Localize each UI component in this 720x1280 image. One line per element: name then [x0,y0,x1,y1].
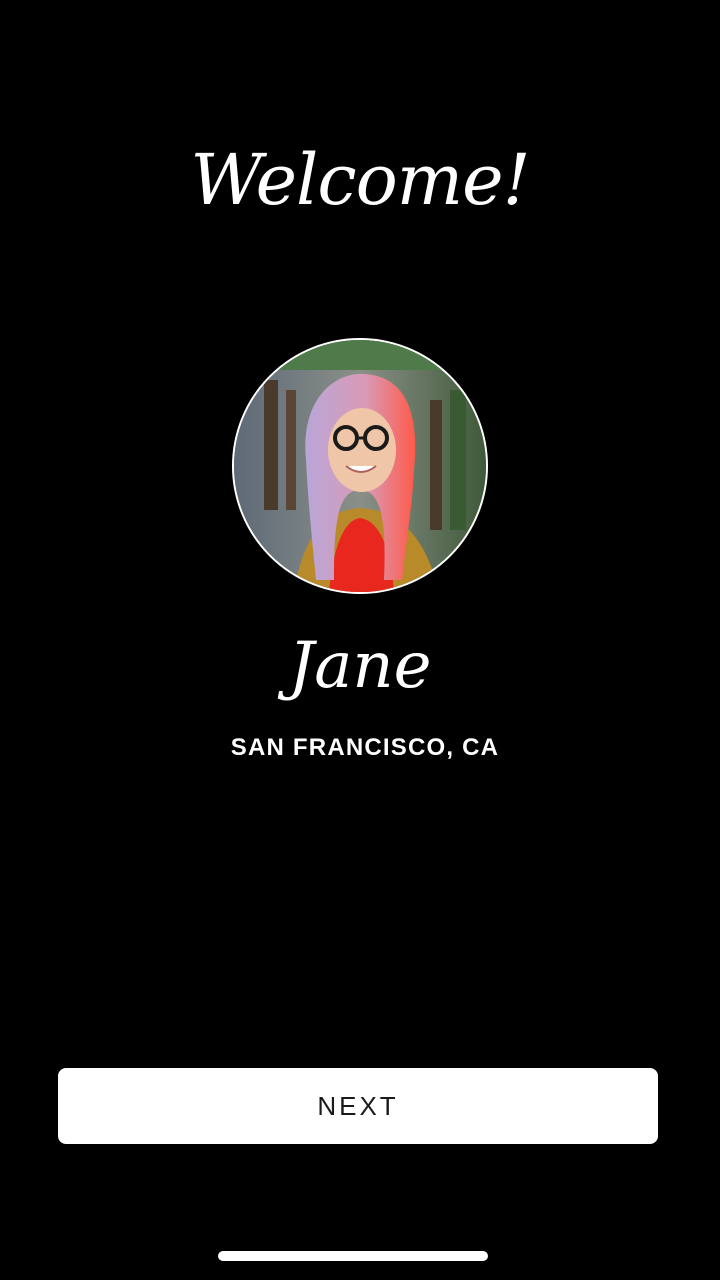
welcome-title: Welcome! [190,139,530,221]
user-location: SAN FRANCISCO, CA [230,734,500,761]
profile-avatar [232,338,488,594]
next-button[interactable]: NEXT [58,1068,658,1144]
welcome-screen: Welcome! Jane SAN FRANCISCO, CA NEXT [0,0,720,1280]
user-name: Jane [288,629,432,703]
profile-photo-image [234,340,486,592]
home-indicator[interactable] [218,1251,488,1261]
